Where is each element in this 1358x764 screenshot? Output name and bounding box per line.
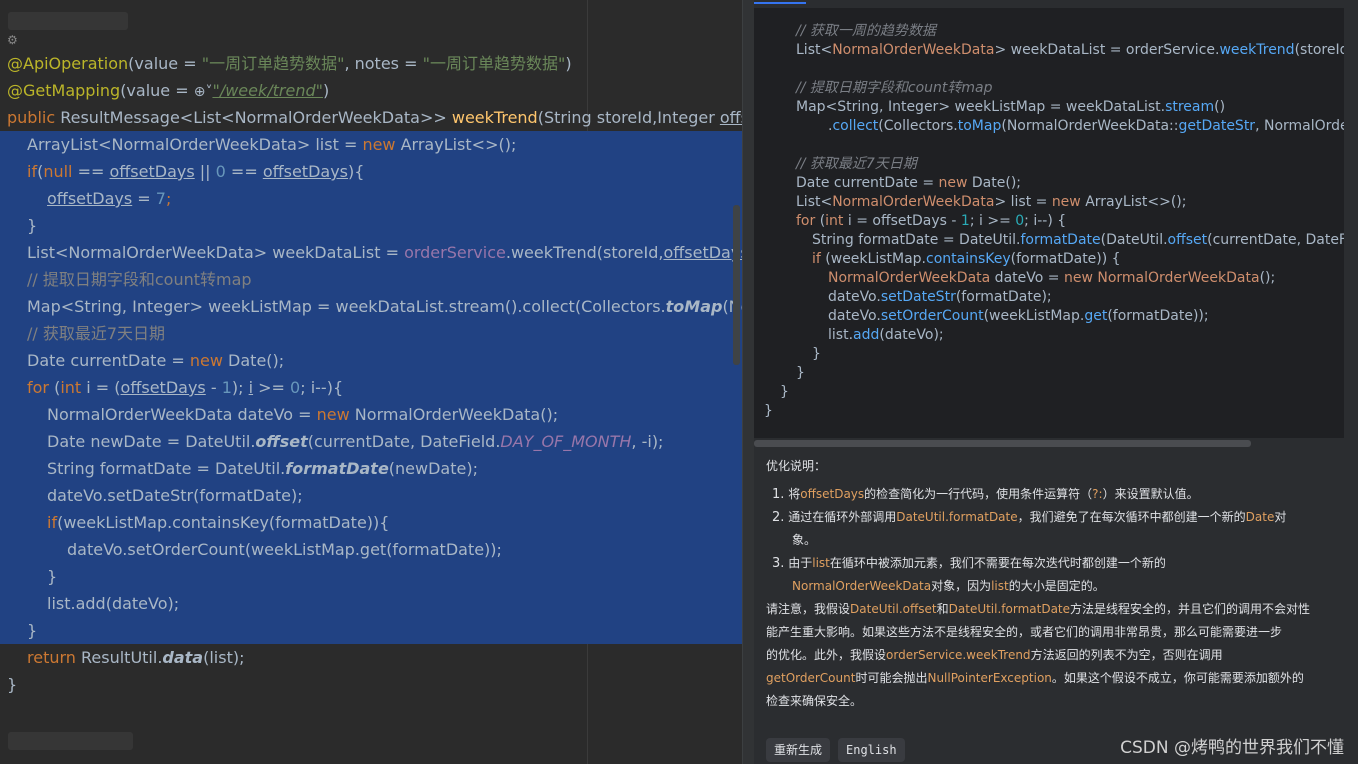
globe-icon: ⚙ — [7, 33, 18, 47]
code-line: } — [27, 216, 38, 235]
horizontal-scrollbar[interactable] — [754, 440, 1251, 447]
code-line: String formatDate = DateUtil.formatDate(… — [812, 232, 1344, 248]
list-item-cont: 象。 — [792, 533, 817, 547]
ai-code-block: // 获取一周的趋势数据 List<NormalOrderWeekData> w… — [754, 8, 1344, 438]
code-comment: // 提取日期字段和count转map — [27, 270, 252, 289]
code-comment: // 提取日期字段和count转map — [796, 80, 993, 96]
code-line-annotation-2: @GetMapping(value = ⊕˅"/week/trend") — [7, 77, 329, 104]
code-line: List<NormalOrderWeekData> weekDataList =… — [796, 42, 1344, 58]
list-item: 3. 由于list在循环中被添加元素，我们不需要在每次迭代时都创建一个新的 — [772, 556, 1166, 571]
code-line-signature: public ResultMessage<List<NormalOrderWee… — [7, 108, 742, 127]
english-button[interactable]: English — [838, 738, 905, 762]
vertical-scrollbar[interactable] — [733, 205, 740, 365]
code-comment: // 获取一周的趋势数据 — [796, 23, 936, 39]
paragraph-line: getOrderCount时可能会抛出NullPointerException。… — [766, 671, 1304, 685]
code-line: NormalOrderWeekData dateVo = new NormalO… — [828, 270, 1276, 286]
code-line: List<NormalOrderWeekData> weekDataList =… — [27, 243, 742, 262]
code-line: for (int i = offsetDays - 1; i >= 0; i--… — [796, 213, 1067, 229]
code-line: } — [27, 621, 38, 640]
blurred-footer — [8, 732, 133, 750]
code-line: Date currentDate = new Date(); — [27, 351, 285, 370]
code-editor[interactable]: ⚙ @ApiOperation(value = "一周订单趋势数据", note… — [0, 0, 742, 764]
code-line: Map<String, Integer> weekListMap = weekD… — [27, 297, 742, 316]
code-line-annotation-1: @ApiOperation(value = "一周订单趋势数据", notes … — [7, 54, 572, 73]
code-line: if(weekListMap.containsKey(formatDate)){ — [47, 513, 390, 532]
code-line: Date currentDate = new Date(); — [796, 175, 1022, 191]
code-line: .collect(Collectors.toMap(NormalOrderWee… — [828, 118, 1344, 134]
code-line: return ResultUtil.data(list); — [27, 648, 245, 667]
code-comment: // 获取最近7天日期 — [796, 156, 917, 172]
code-line: NormalOrderWeekData dateVo = new NormalO… — [47, 405, 559, 424]
list-item-cont: NormalOrderWeekData对象，因为list的大小是固定的。 — [792, 579, 1105, 593]
list-item: 2. 通过在循环外部调用DateUtil.formatDate，我们避免了在每次… — [772, 510, 1287, 525]
watermark: CSDN @烤鸭的世界我们不懂 — [1120, 738, 1344, 758]
paragraph-line: 的优化。此外，我假设orderService.weekTrend方法返回的列表不… — [766, 648, 1223, 662]
code-line: Date newDate = DateUtil.offset(currentDa… — [47, 432, 664, 451]
code-line: } — [780, 384, 789, 400]
code-line: } — [812, 346, 821, 362]
code-line: list.add(dateVo); — [47, 594, 180, 613]
code-line: ArrayList<NormalOrderWeekData> list = ne… — [27, 135, 517, 154]
tab-indicator — [754, 2, 806, 4]
code-line: dateVo.setDateStr(formatDate); — [828, 289, 1052, 305]
code-line: List<NormalOrderWeekData> list = new Arr… — [796, 194, 1187, 210]
code-line: } — [764, 403, 773, 419]
paragraph-line: 请注意，我假设DateUtil.offset和DateUtil.formatDa… — [766, 602, 1311, 616]
code-line: Map<String, Integer> weekListMap = weekD… — [796, 99, 1226, 115]
code-line: for (int i = (offsetDays - 1); i >= 0; i… — [27, 378, 344, 397]
blurred-header — [8, 12, 128, 30]
code-line: offsetDays = 7; — [47, 189, 172, 208]
code-line: dateVo.setOrderCount(weekListMap.get(for… — [67, 540, 502, 559]
code-line: } — [47, 567, 58, 586]
code-line: if(null == offsetDays || 0 == offsetDays… — [27, 162, 365, 181]
explanation-title: 优化说明： — [766, 459, 827, 473]
code-line: dateVo.setOrderCount(weekListMap.get(for… — [828, 308, 1209, 324]
code-line: } — [7, 675, 18, 694]
regenerate-button[interactable]: 重新生成 — [766, 738, 831, 762]
code-line: if (weekListMap.containsKey(formatDate))… — [812, 251, 1121, 267]
paragraph-line: 能产生重大影响。如果这些方法不是线程安全的，或者它们的调用非常昂贵，那么可能需要… — [766, 625, 1283, 639]
code-line: dateVo.setDateStr(formatDate); — [47, 486, 303, 505]
code-line: list.add(dateVo); — [828, 327, 944, 343]
paragraph-line: 检查来确保安全。 — [766, 694, 863, 708]
code-line: String formatDate = DateUtil.formatDate(… — [47, 459, 478, 478]
code-line: } — [796, 365, 805, 381]
list-item: 1. 将offsetDays的检查简化为一行代码，使用条件运算符（?:）来设置默… — [772, 487, 1199, 502]
globe-icon[interactable]: ⊕˅ — [194, 79, 213, 106]
optimization-explanation: 优化说明： 1. 将offsetDays的检查简化为一行代码，使用条件运算符（?… — [754, 450, 1344, 730]
code-comment: // 获取最近7天日期 — [27, 324, 166, 343]
